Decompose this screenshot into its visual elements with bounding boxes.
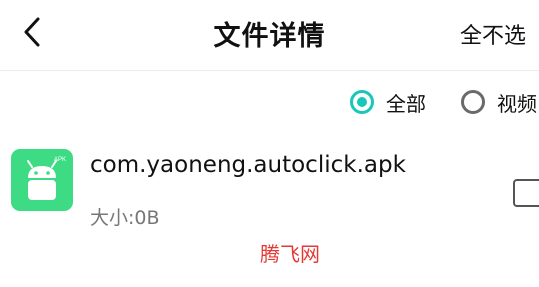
deselect-all-button[interactable]: 全不选 bbox=[460, 18, 526, 50]
file-size: 大小:0B bbox=[90, 207, 160, 229]
radio-selected-icon bbox=[350, 90, 374, 114]
file-name: com.yaoneng.autoclick.apk bbox=[90, 152, 406, 178]
page-title: 文件详情 bbox=[213, 21, 326, 52]
radio-unselected-icon bbox=[461, 90, 485, 114]
header-divider bbox=[0, 70, 539, 71]
filter-video-radio[interactable]: 视频 bbox=[461, 86, 537, 118]
filter-all-label: 全部 bbox=[386, 91, 426, 116]
filter-all-radio[interactable]: 全部 bbox=[350, 86, 426, 118]
top-bar: 文件详情 全不选 bbox=[0, 0, 539, 70]
apk-badge-text: APK bbox=[54, 157, 66, 163]
filter-video-label: 视频 bbox=[497, 91, 537, 116]
file-checkbox[interactable] bbox=[513, 179, 539, 207]
android-apk-icon: APK bbox=[11, 149, 73, 211]
watermark: 腾飞网 bbox=[260, 242, 320, 266]
